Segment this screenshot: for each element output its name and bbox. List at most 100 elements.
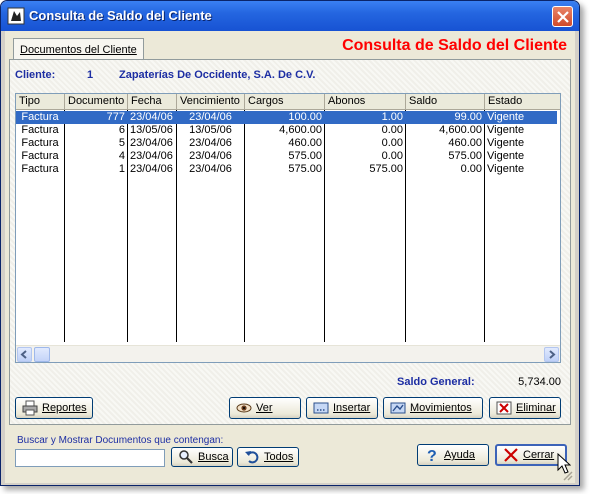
- printer-icon: [22, 400, 38, 416]
- scroll-right-button[interactable]: [544, 347, 559, 362]
- column-header-cargos[interactable]: Cargos: [245, 94, 325, 110]
- column-header-vencimiento[interactable]: Vencimiento: [177, 94, 245, 110]
- cell-documento: 6: [118, 124, 125, 136]
- search-icon: [179, 450, 193, 464]
- client-label: Cliente:: [15, 69, 56, 81]
- column-header-estado[interactable]: Estado: [485, 94, 562, 110]
- saldo-general-value: 5,734.00: [518, 376, 561, 388]
- cell-saldo: 4,600.00: [439, 124, 482, 136]
- cell-tipo: Factura: [21, 137, 59, 149]
- saldo-general-label: Saldo General:: [397, 376, 475, 388]
- movimientos-button[interactable]: Movimientos: [383, 397, 483, 419]
- movements-icon: [390, 402, 406, 414]
- cell-estado: Vigente: [487, 124, 525, 136]
- table-row[interactable]: Factura 777 23/04/06 23/04/06 100.00 1.0…: [16, 111, 557, 124]
- table-row[interactable]: Factura 1 23/04/06 23/04/06 575.00 575.0…: [16, 163, 557, 176]
- window-title: Consulta de Saldo del Cliente: [29, 8, 212, 23]
- cell-estado: Vigente: [487, 163, 525, 175]
- busca-label: Busca: [198, 451, 229, 463]
- table-row[interactable]: Factura 5 23/04/06 23/04/06 460.00 0.00 …: [16, 137, 557, 150]
- search-label: Buscar y Mostrar Documentos que contenga…: [17, 435, 224, 446]
- cell-abonos: 0.00: [381, 124, 403, 136]
- title-bar[interactable]: Consulta de Saldo del Cliente: [1, 1, 579, 31]
- cell-fecha: 23/04/06: [130, 137, 173, 149]
- cell-abonos: 1.00: [381, 111, 403, 123]
- todos-button[interactable]: Todos: [237, 447, 299, 467]
- horizontal-scrollbar[interactable]: [16, 345, 560, 362]
- cell-fecha: 23/04/06: [130, 111, 173, 123]
- todos-label: Todos: [264, 451, 294, 463]
- cell-documento: 5: [118, 137, 125, 149]
- insertar-button[interactable]: Insertar: [306, 397, 378, 419]
- client-name: Zapaterías De Occidente, S.A. De C.V.: [119, 69, 316, 81]
- column-header-tipo[interactable]: Tipo: [16, 94, 65, 110]
- ver-label: Ver: [256, 402, 273, 414]
- svg-text:?: ?: [427, 448, 437, 463]
- search-input[interactable]: [15, 449, 165, 467]
- table-header: Tipo Documento Fecha Vencimiento Cargos …: [16, 94, 560, 110]
- ver-button[interactable]: Ver: [229, 397, 301, 419]
- cell-abonos: 0.00: [381, 150, 403, 162]
- cell-cargos: 575.00: [288, 150, 322, 162]
- documents-table[interactable]: Tipo Documento Fecha Vencimiento Cargos …: [15, 93, 561, 363]
- window-close-button[interactable]: [552, 6, 573, 27]
- cell-vencimiento: 23/04/06: [189, 163, 232, 175]
- cell-fecha: 23/04/06: [130, 150, 173, 162]
- busca-button[interactable]: Busca: [171, 447, 233, 467]
- ayuda-label: Ayuda: [444, 449, 475, 461]
- column-header-fecha[interactable]: Fecha: [128, 94, 177, 110]
- mouse-cursor-icon: [557, 453, 571, 474]
- insertar-label: Insertar: [333, 402, 371, 414]
- undo-icon: [245, 451, 259, 464]
- cerrar-label: Cerrar: [523, 449, 555, 461]
- insert-icon: [313, 402, 329, 414]
- chevron-right-icon: [549, 350, 556, 359]
- page-title: Consulta de Saldo del Cliente: [342, 37, 567, 54]
- cell-cargos: 460.00: [288, 137, 322, 149]
- cell-vencimiento: 23/04/06: [189, 111, 232, 123]
- cell-cargos: 100.00: [288, 111, 322, 123]
- close-icon: [557, 11, 569, 23]
- eye-icon: [236, 403, 252, 413]
- cell-estado: Vigente: [487, 111, 525, 123]
- cell-fecha: 23/04/06: [130, 163, 173, 175]
- cell-documento: 1: [118, 163, 125, 175]
- cell-saldo: 99.00: [454, 111, 482, 123]
- app-icon: [7, 7, 25, 25]
- tab-documentos[interactable]: Documentos del Cliente: [13, 38, 144, 60]
- help-icon: ?: [427, 448, 437, 463]
- cell-vencimiento: 23/04/06: [189, 150, 232, 162]
- cell-tipo: Factura: [21, 124, 59, 136]
- cell-fecha: 13/05/06: [130, 124, 173, 136]
- eliminar-button[interactable]: Eliminar: [489, 397, 561, 419]
- cell-saldo: 575.00: [448, 150, 482, 162]
- window: Consulta de Saldo del Cliente Documentos…: [0, 0, 580, 486]
- cell-saldo: 460.00: [448, 137, 482, 149]
- reportes-label: Reportes: [42, 402, 87, 414]
- cell-abonos: 0.00: [381, 137, 403, 149]
- eliminar-label: Eliminar: [516, 402, 556, 414]
- column-header-documento[interactable]: Documento: [65, 94, 128, 110]
- scroll-left-button[interactable]: [17, 347, 32, 362]
- cell-abonos: 575.00: [369, 163, 403, 175]
- scroll-thumb[interactable]: [34, 347, 50, 362]
- close-icon: [504, 448, 518, 462]
- column-header-saldo[interactable]: Saldo: [406, 94, 485, 110]
- cell-tipo: Factura: [21, 111, 59, 123]
- cell-estado: Vigente: [487, 137, 525, 149]
- cell-cargos: 575.00: [288, 163, 322, 175]
- client-number: 1: [87, 69, 94, 81]
- table-row[interactable]: Factura 6 13/05/06 13/05/06 4,600.00 0.0…: [16, 124, 557, 137]
- cell-documento: 777: [106, 111, 125, 123]
- ayuda-button[interactable]: ? Ayuda: [417, 444, 489, 466]
- cell-cargos: 4,600.00: [279, 124, 322, 136]
- cell-tipo: Factura: [21, 163, 59, 175]
- cell-saldo: 0.00: [460, 163, 482, 175]
- cell-estado: Vigente: [487, 150, 525, 162]
- table-row[interactable]: Factura 4 23/04/06 23/04/06 575.00 0.00 …: [16, 150, 557, 163]
- column-header-abonos[interactable]: Abonos: [325, 94, 406, 110]
- client-area: Documentos del Cliente Consulta de Saldo…: [5, 31, 575, 483]
- delete-icon: [496, 401, 512, 415]
- cell-tipo: Factura: [21, 150, 59, 162]
- reportes-button[interactable]: Reportes: [15, 397, 93, 419]
